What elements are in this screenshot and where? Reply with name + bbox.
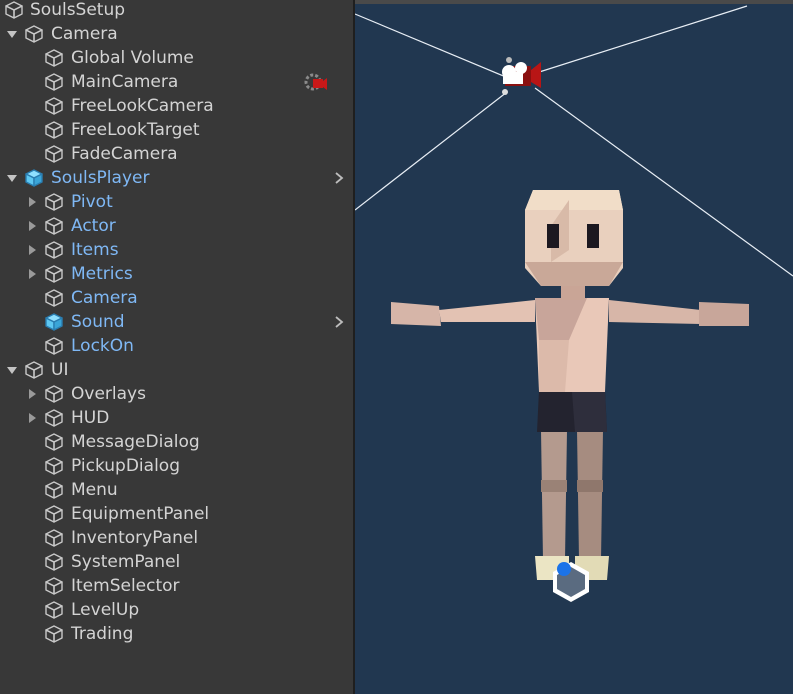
hierarchy-item-metrics[interactable]: Metrics xyxy=(0,262,353,286)
collapsed-right-arrow-icon[interactable] xyxy=(26,412,38,424)
hierarchy-item-label: SoulsSetup xyxy=(30,0,126,20)
hierarchy-item-label: LevelUp xyxy=(71,600,140,620)
gameobject-icon xyxy=(44,240,64,260)
hierarchy-item-label: ItemSelector xyxy=(71,576,180,596)
hierarchy-item-pivot[interactable]: Pivot xyxy=(0,190,353,214)
gameobject-icon xyxy=(44,264,64,284)
gameobject-icon xyxy=(44,504,64,524)
gameobject-icon xyxy=(44,384,64,404)
expand-down-arrow-icon[interactable] xyxy=(6,364,18,376)
hierarchy-item-menu[interactable]: Menu xyxy=(0,478,353,502)
expand-down-arrow-icon[interactable] xyxy=(6,28,18,40)
hierarchy-item-soulssetup[interactable]: SoulsSetup xyxy=(0,0,353,22)
hierarchy-item-label: InventoryPanel xyxy=(71,528,199,548)
hierarchy-item-inventorypanel[interactable]: InventoryPanel xyxy=(0,526,353,550)
camera-gear-icon xyxy=(304,72,328,92)
collapsed-right-arrow-icon[interactable] xyxy=(26,244,38,256)
hierarchy-item-label: MessageDialog xyxy=(71,432,200,452)
hierarchy-item-trading[interactable]: Trading xyxy=(0,622,353,646)
scene-canvas[interactable] xyxy=(355,0,793,694)
hierarchy-item-camera[interactable]: Camera xyxy=(0,22,353,46)
gameobject-icon xyxy=(24,24,44,44)
hierarchy-item-actor[interactable]: Actor xyxy=(0,214,353,238)
character-model xyxy=(391,190,749,580)
gameobject-icon xyxy=(44,480,64,500)
prefab-icon xyxy=(24,168,44,188)
hierarchy-item-label: UI xyxy=(51,360,69,380)
hierarchy-item-itemselector[interactable]: ItemSelector xyxy=(0,574,353,598)
hierarchy-item-items[interactable]: Items xyxy=(0,238,353,262)
expand-down-arrow-icon[interactable] xyxy=(6,172,18,184)
gameobject-icon xyxy=(44,600,64,620)
hierarchy-item-label: MainCamera xyxy=(71,72,179,92)
scene-icon xyxy=(4,0,24,20)
gameobject-icon xyxy=(44,216,64,236)
hierarchy-item-label: SystemPanel xyxy=(71,552,181,572)
camera-gizmo-icon xyxy=(502,57,541,95)
hierarchy-item-freelookcamera[interactable]: FreeLookCamera xyxy=(0,94,353,118)
gameobject-icon xyxy=(44,288,64,308)
hierarchy-item-label: Actor xyxy=(71,216,116,236)
hierarchy-item-equipmentpanel[interactable]: EquipmentPanel xyxy=(0,502,353,526)
hierarchy-item-freelooktarget[interactable]: FreeLookTarget xyxy=(0,118,353,142)
hierarchy-item-ui[interactable]: UI xyxy=(0,358,353,382)
hierarchy-item-label: Global Volume xyxy=(71,48,194,68)
collapsed-right-arrow-icon[interactable] xyxy=(26,268,38,280)
hierarchy-item-levelup[interactable]: LevelUp xyxy=(0,598,353,622)
gameobject-icon xyxy=(44,48,64,68)
hierarchy-item-label: Menu xyxy=(71,480,118,500)
gameobject-icon xyxy=(44,528,64,548)
gameobject-icon xyxy=(44,624,64,644)
gameobject-icon xyxy=(44,552,64,572)
gameobject-icon xyxy=(44,456,64,476)
collapsed-right-arrow-icon[interactable] xyxy=(26,220,38,232)
gameobject-icon xyxy=(44,336,64,356)
hierarchy-item-fadecamera[interactable]: FadeCamera xyxy=(0,142,353,166)
hierarchy-item-lockon[interactable]: LockOn xyxy=(0,334,353,358)
gameobject-icon xyxy=(44,192,64,212)
hierarchy-item-label: Items xyxy=(71,240,119,260)
gameobject-icon xyxy=(44,576,64,596)
gameobject-icon xyxy=(44,144,64,164)
hierarchy-item-camera[interactable]: Camera xyxy=(0,286,353,310)
hierarchy-item-pickupdialog[interactable]: PickupDialog xyxy=(0,454,353,478)
gameobject-icon xyxy=(44,96,64,116)
hierarchy-item-hud[interactable]: HUD xyxy=(0,406,353,430)
hierarchy-item-messagedialog[interactable]: MessageDialog xyxy=(0,430,353,454)
hierarchy-item-maincamera[interactable]: MainCamera xyxy=(0,70,353,94)
open-prefab-chevron-icon[interactable] xyxy=(331,314,347,330)
collapsed-right-arrow-icon[interactable] xyxy=(26,388,38,400)
hierarchy-item-label: Camera xyxy=(51,24,118,44)
hierarchy-item-label: LockOn xyxy=(71,336,134,356)
open-prefab-chevron-icon[interactable] xyxy=(331,170,347,186)
hierarchy-item-soulsplayer[interactable]: SoulsPlayer xyxy=(0,166,353,190)
gameobject-icon xyxy=(44,120,64,140)
hierarchy-item-label: Camera xyxy=(71,288,138,308)
prefab-icon xyxy=(44,312,64,332)
hierarchy-item-overlays[interactable]: Overlays xyxy=(0,382,353,406)
hierarchy-item-label: FreeLookTarget xyxy=(71,120,200,140)
hierarchy-item-label: Overlays xyxy=(71,384,146,404)
gameobject-icon xyxy=(24,360,44,380)
hierarchy-item-label: PickupDialog xyxy=(71,456,180,476)
hierarchy-panel: SoulsSetup Camera Global Volume MainCamera F… xyxy=(0,0,353,694)
hierarchy-item-systempanel[interactable]: SystemPanel xyxy=(0,550,353,574)
collapsed-right-arrow-icon[interactable] xyxy=(26,196,38,208)
hierarchy-item-label: FadeCamera xyxy=(71,144,178,164)
hierarchy-item-label: HUD xyxy=(71,408,110,428)
hierarchy-item-label: SoulsPlayer xyxy=(51,168,150,188)
hierarchy-item-label: Sound xyxy=(71,312,125,332)
hierarchy-item-label: Pivot xyxy=(71,192,113,212)
hierarchy-item-label: Trading xyxy=(71,624,134,644)
scene-view[interactable] xyxy=(355,0,793,694)
gameobject-icon xyxy=(44,408,64,428)
gameobject-icon xyxy=(44,72,64,92)
hierarchy-item-label: FreeLookCamera xyxy=(71,96,214,116)
hierarchy-item-label: EquipmentPanel xyxy=(71,504,210,524)
hierarchy-item-global-volume[interactable]: Global Volume xyxy=(0,46,353,70)
hierarchy-item-label: Metrics xyxy=(71,264,133,284)
gameobject-icon xyxy=(44,432,64,452)
hierarchy-item-sound[interactable]: Sound xyxy=(0,310,353,334)
